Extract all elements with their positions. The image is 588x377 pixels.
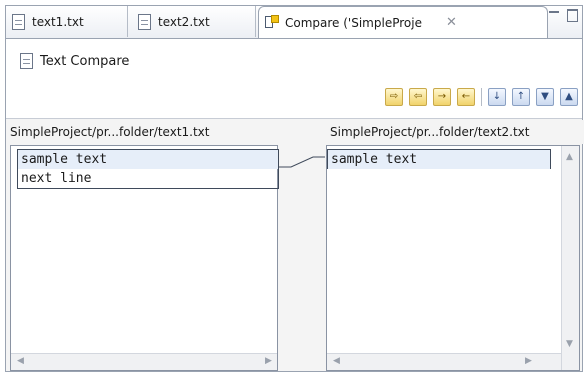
tab-label: Compare ('SimpleProje: [285, 15, 422, 30]
tab-text1[interactable]: text1.txt: [6, 6, 128, 37]
tab-label: text1.txt: [32, 14, 84, 29]
compare-editor-window: text1.txt text2.txt Compare ('SimpleProj…: [5, 5, 584, 372]
scroll-left-icon[interactable]: ◀: [333, 356, 340, 366]
left-line-2[interactable]: next line: [18, 169, 278, 188]
minimize-icon[interactable]: [549, 11, 559, 23]
right-vertical-scrollbar[interactable]: ▲ ▼: [561, 146, 579, 370]
header-divider: [6, 118, 582, 119]
tab-text2[interactable]: text2.txt: [132, 6, 256, 37]
right-diff-block: sample text: [327, 149, 551, 169]
right-horizontal-scrollbar[interactable]: ◀ ▶: [327, 353, 561, 370]
left-text-pane[interactable]: sample text next line ◀ ▶: [10, 145, 279, 371]
left-diff-block: sample text next line: [17, 149, 279, 189]
tab-label: text2.txt: [158, 14, 210, 29]
compare-header: Text Compare ⇨ ⇦ → ← ↓ ↑ ▼ ▲: [6, 39, 582, 119]
scroll-right-icon[interactable]: ▶: [525, 356, 532, 366]
window-controls: [549, 9, 578, 23]
right-pane-title: SimpleProject/pr...folder/text2.txt: [326, 120, 584, 144]
scroll-up-icon[interactable]: ▲: [566, 152, 573, 162]
text-file-icon: [12, 13, 25, 30]
tab-compare[interactable]: Compare ('SimpleProje ✕: [258, 6, 548, 38]
maximize-icon[interactable]: [567, 9, 578, 22]
scroll-left-icon[interactable]: ◀: [17, 356, 24, 366]
scroll-down-icon[interactable]: ▼: [566, 339, 573, 349]
compare-title-row: Text Compare: [20, 53, 129, 69]
previous-difference-icon[interactable]: ↑: [512, 88, 530, 106]
copy-current-left-to-right-icon[interactable]: →: [433, 88, 451, 106]
toolbar-separator: [481, 88, 482, 106]
compare-editor-icon: [265, 14, 279, 31]
next-difference-icon[interactable]: ↓: [488, 88, 506, 106]
copy-all-right-to-left-icon[interactable]: ⇦: [409, 88, 427, 106]
left-line-1[interactable]: sample text: [18, 150, 278, 169]
compare-toolbar: ⇨ ⇦ → ← ↓ ↑ ▼ ▲: [385, 86, 578, 108]
text-file-icon: [20, 53, 33, 69]
scroll-right-icon[interactable]: ▶: [265, 356, 272, 366]
text-file-icon: [138, 13, 151, 30]
close-icon[interactable]: ✕: [446, 15, 457, 30]
right-line-1[interactable]: sample text: [328, 150, 550, 169]
compare-title: Text Compare: [40, 53, 130, 69]
left-pane-title: SimpleProject/pr...folder/text1.txt: [6, 120, 278, 144]
copy-current-right-to-left-icon[interactable]: ←: [457, 88, 475, 106]
next-change-icon[interactable]: ▼: [536, 88, 554, 106]
diff-connector: [279, 156, 325, 168]
editor-tab-bar: text1.txt text2.txt Compare ('SimpleProj…: [6, 6, 582, 39]
previous-change-icon[interactable]: ▲: [560, 88, 578, 106]
left-horizontal-scrollbar[interactable]: ◀ ▶: [11, 353, 277, 370]
copy-all-left-to-right-icon[interactable]: ⇨: [385, 88, 403, 106]
right-text-pane[interactable]: sample text ▲ ▼ ◀ ▶: [326, 145, 580, 371]
